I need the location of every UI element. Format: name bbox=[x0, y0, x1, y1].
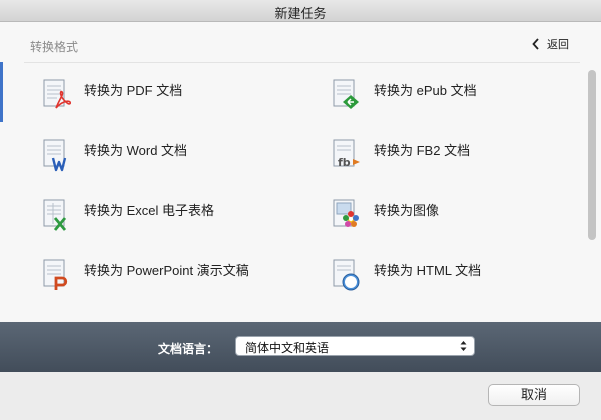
svg-text:fb: fb bbox=[338, 156, 351, 169]
html-icon bbox=[333, 259, 360, 291]
powerpoint-icon bbox=[43, 259, 68, 290]
excel-icon bbox=[43, 199, 67, 231]
convert-fb2-label: 转换为 FB2 文档 bbox=[374, 142, 471, 158]
title-bar: 新建任务 bbox=[0, 0, 601, 22]
scrollbar[interactable] bbox=[588, 70, 596, 240]
language-label: 文档语言： bbox=[158, 342, 219, 356]
convert-excel-label: 转换为 Excel 电子表格 bbox=[84, 202, 215, 218]
convert-excel-item[interactable]: 转换为 Excel 电子表格 bbox=[42, 198, 214, 232]
convert-html-label: 转换为 HTML 文档 bbox=[374, 262, 482, 278]
divider bbox=[24, 62, 580, 63]
language-bar: 文档语言： 简体中文和英语 bbox=[0, 322, 601, 372]
fb2-icon: fb bbox=[333, 139, 360, 169]
convert-epub-label: 转换为 ePub 文档 bbox=[374, 82, 477, 98]
format-panel: 转换格式 返回 转换为 PDF 文档 转换为 ePub 文档 转换为 Word … bbox=[0, 22, 601, 322]
select-arrows-icon bbox=[460, 341, 467, 351]
pdf-icon bbox=[43, 79, 72, 109]
convert-powerpoint-label: 转换为 PowerPoint 演示文稿 bbox=[84, 262, 249, 278]
language-select[interactable]: 简体中文和英语 bbox=[235, 336, 475, 356]
convert-word-label: 转换为 Word 文档 bbox=[84, 142, 188, 158]
convert-fb2-item[interactable]: fb 转换为 FB2 文档 bbox=[332, 138, 470, 172]
epub-icon bbox=[333, 79, 359, 109]
convert-powerpoint-item[interactable]: 转换为 PowerPoint 演示文稿 bbox=[42, 258, 249, 292]
back-label: 返回 bbox=[547, 39, 569, 51]
back-button[interactable]: 返回 bbox=[531, 36, 569, 52]
convert-html-item[interactable]: 转换为 HTML 文档 bbox=[332, 258, 481, 292]
convert-image-label: 转换为图像 bbox=[374, 202, 440, 218]
cancel-button[interactable]: 取消 bbox=[488, 384, 580, 406]
word-icon bbox=[43, 139, 67, 172]
convert-image-item[interactable]: 转换为图像 bbox=[332, 198, 439, 232]
selection-accent bbox=[0, 62, 3, 122]
convert-word-item[interactable]: 转换为 Word 文档 bbox=[42, 138, 187, 172]
convert-epub-item[interactable]: 转换为 ePub 文档 bbox=[332, 78, 477, 112]
convert-pdf-label: 转换为 PDF 文档 bbox=[84, 82, 183, 98]
chevron-left-icon bbox=[532, 38, 539, 50]
section-title: 转换格式 bbox=[30, 40, 79, 54]
window-title: 新建任务 bbox=[274, 6, 327, 21]
convert-pdf-item[interactable]: 转换为 PDF 文档 bbox=[42, 78, 182, 112]
image-icon bbox=[333, 199, 359, 227]
language-value: 简体中文和英语 bbox=[245, 341, 330, 355]
